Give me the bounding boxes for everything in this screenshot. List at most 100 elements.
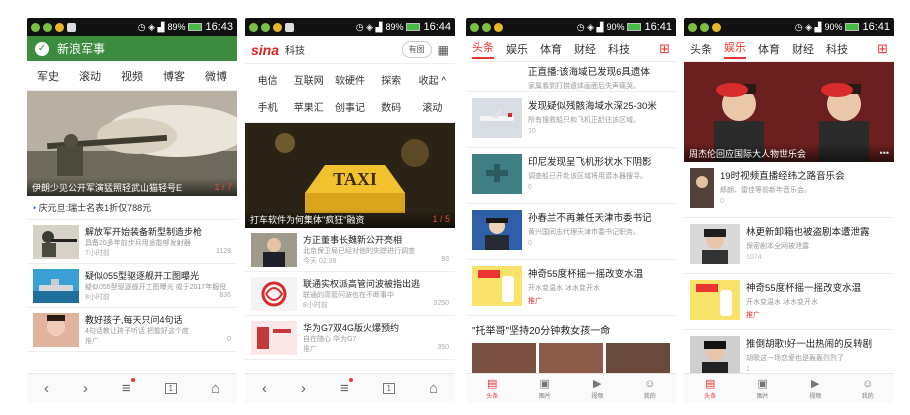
news-item[interactable]: 神奇55度杯摇一摇改变水温 开水变温水 冰水变开水 推广 xyxy=(684,274,894,330)
category-item[interactable]: 电信 xyxy=(247,72,288,87)
news-title: 神奇55度杯摇一摇改变水温 xyxy=(528,269,644,280)
news-item[interactable]: 解放军开始装备新型制造步枪 具备20多年前步兵用途能够发射器 7小时前 1128 xyxy=(27,220,237,264)
thumb-sea-shadow xyxy=(472,154,522,194)
category-item[interactable]: 手机 xyxy=(247,99,288,114)
category-item[interactable]: 创事记 xyxy=(329,99,370,114)
news-item[interactable]: 19时视频直播经纬之路音乐会 郎朗、雷佳等前新年音乐会。 0 xyxy=(684,162,894,218)
news-title: 孙春兰不再兼任天津市委书记 xyxy=(528,213,652,224)
status-bar: ◷ ◈ ▟ 90% 16:41 xyxy=(684,18,894,36)
menu-icon[interactable]: ≡ xyxy=(122,378,135,397)
section-title[interactable]: "托举哥"坚持20分钟救女孩一命 xyxy=(466,316,676,343)
nav-pictures[interactable]: ▣ 图片 xyxy=(757,377,769,400)
nav-video[interactable]: ▶ 视频 xyxy=(591,377,603,400)
back-icon[interactable]: ‹ xyxy=(262,380,267,397)
back-icon[interactable]: ‹ xyxy=(44,380,49,397)
category-item[interactable]: 探索 xyxy=(371,72,412,87)
home-icon[interactable]: ⌂ xyxy=(429,380,438,397)
news-summary: 具备20多年前步兵用途能够发射器 xyxy=(85,240,191,247)
hero-caption: 打车软件为何集体"疯狂"融资 xyxy=(250,214,365,225)
comment-count: 93 xyxy=(441,256,449,263)
comment-count: 1128 xyxy=(215,248,231,255)
news-summary: 郎朗、雷佳等前新年音乐会。 xyxy=(720,187,811,194)
news-item[interactable]: 疑似055型驱逐舰开工图曝光 疑似055型驱逐舰开工图曝光 或于2017年服役 … xyxy=(27,264,237,308)
battery-icon xyxy=(406,23,421,31)
thumb-destroyer xyxy=(33,269,79,303)
nav-me[interactable]: ☺ 我的 xyxy=(644,378,656,400)
tab-entertainment[interactable]: 娱乐 xyxy=(506,41,528,57)
news-title: 华为G7双4G版火爆预约 xyxy=(303,323,400,333)
category-item[interactable]: 滚动 xyxy=(412,99,453,114)
comment-count: 0 xyxy=(528,240,532,247)
news-item[interactable]: 联通实权派高管问波被指出逃 联通的高管问波也在不断事中 8小时前 3250 xyxy=(245,272,455,316)
news-summary: 自在随心 华为G7 xyxy=(303,336,357,343)
tab-entertainment[interactable]: 娱乐 xyxy=(724,39,746,59)
hero-slide[interactable]: 伊朗少见公开军演猛照轻武山猫轻号E 1 / 7 xyxy=(27,91,237,196)
picture-icon: ▣ xyxy=(757,378,768,390)
clock: 16:41 xyxy=(644,21,672,33)
hero-caption: 伊朗少见公开军演猛照轻武山猫轻号E xyxy=(32,182,183,193)
hero-slide[interactable]: 周杰伦回应国际大人物世乐会 ••• xyxy=(684,62,894,162)
news-item[interactable]: 华为G7双4G版火爆预约 自在随心 华为G7 推广 350 xyxy=(245,316,455,360)
news-item[interactable]: 神奇55度杯摇一摇改变水温 开水变温水 冰水变开水 推广 xyxy=(466,260,676,316)
news-item[interactable]: 孙春兰不再兼任天津市委书记 黄兴国同志代理天津市委书记职务。 0 xyxy=(466,204,676,260)
tab-tech[interactable]: 科技 xyxy=(826,41,848,57)
picture-icon: ▣ xyxy=(539,378,550,390)
thumb-huawei-ad xyxy=(251,321,297,355)
thumb-unicom-logo xyxy=(251,277,297,311)
nav-headlines[interactable]: ▤ 头条 xyxy=(486,377,498,400)
news-time: 8小时前 xyxy=(303,302,328,309)
grid-icon[interactable]: ▦ xyxy=(438,43,449,57)
tab-tech[interactable]: 科技 xyxy=(608,41,630,57)
category-item[interactable]: 软硬件 xyxy=(329,72,370,87)
news-title: 解放军开始装备新型制造步枪 xyxy=(85,227,203,237)
forward-icon[interactable]: › xyxy=(301,380,306,397)
hero-slide[interactable]: TAXI 打车软件为何集体"疯狂"融资 1 / 5 xyxy=(245,123,455,228)
news-item[interactable]: 发现疑似残骸海域水深25-30米 所有搜救船只和飞机正赶往该区域。 10 xyxy=(466,92,676,148)
collapse-button[interactable]: 收起 ^ xyxy=(412,72,453,87)
user-icon: ☺ xyxy=(644,377,656,390)
news-item[interactable]: 印尼发现呈飞机形状水下阴影 调查船已开赴该区域将用潜水器搜寻。 6 xyxy=(466,148,676,204)
sina-logo[interactable]: sina xyxy=(251,42,279,58)
tab-finance[interactable]: 财经 xyxy=(792,41,814,57)
battery-icon xyxy=(845,23,860,31)
nav-pictures[interactable]: ▣ 图片 xyxy=(539,377,551,400)
channel-header[interactable]: ✓ 新浪军事 xyxy=(27,36,237,61)
nav-me[interactable]: ☺ 我的 xyxy=(862,378,874,400)
nav-video[interactable]: ▶ 视频 xyxy=(809,377,821,400)
tabs-count-icon[interactable]: 1 xyxy=(164,383,177,394)
phone-sina-military: ◷ ◈ ▟ 89% 16:43 ✓ 新浪军事 军史 滚动 视频 博客 微博 伊朗… xyxy=(27,18,237,403)
tab-headlines[interactable]: 头条 xyxy=(690,41,712,57)
tab-headlines[interactable]: 头条 xyxy=(472,39,494,59)
forward-icon[interactable]: › xyxy=(83,380,88,397)
tab-weibo[interactable]: 微博 xyxy=(205,68,227,84)
channel-tabs: 头条 娱乐 体育 财经 科技 ⊞ xyxy=(466,36,676,62)
category-item[interactable]: 苹果汇 xyxy=(288,99,329,114)
ad-badge: 推广 xyxy=(528,298,542,305)
phone-news-app-entertainment: ◷ ◈ ▟ 90% 16:41 头条 娱乐 体育 财经 科技 ⊞ 周杰伦回应国际… xyxy=(684,18,894,403)
ad-ticker[interactable]: 庆元旦:瑞士名表1折仅788元 xyxy=(27,196,237,220)
tab-sports[interactable]: 体育 xyxy=(540,41,562,57)
add-channel-icon[interactable]: ⊞ xyxy=(877,41,888,57)
more-icon[interactable]: ••• xyxy=(880,148,889,158)
category-item[interactable]: 互联网 xyxy=(288,72,329,87)
news-icon: ▤ xyxy=(487,378,498,390)
news-item[interactable]: 正直播:该海域已发现6具遗体 家属看到打捞遗体画面后失声痛哭。 xyxy=(466,62,676,92)
comment-count: 3250 xyxy=(433,300,449,307)
add-channel-icon[interactable]: ⊞ xyxy=(659,41,670,57)
home-icon[interactable]: ⌂ xyxy=(211,380,220,397)
tabs-count-icon[interactable]: 1 xyxy=(382,383,395,394)
category-item[interactable]: 数码 xyxy=(371,99,412,114)
news-item[interactable]: 方正董事长魏新公开亮相 北京保卫局已经对他的失踪进行调查 今天 02:39 93 xyxy=(245,228,455,272)
tab-blog[interactable]: 博客 xyxy=(163,68,185,84)
tab-finance[interactable]: 财经 xyxy=(574,41,596,57)
nav-headlines[interactable]: ▤ 头条 xyxy=(704,377,716,400)
image-toggle[interactable]: 有图 xyxy=(401,41,432,58)
news-item[interactable]: 林更新卸箱也被盗剧本遭泄露 保密剧本全网被泄露 1074 xyxy=(684,218,894,274)
thumb-actor xyxy=(690,224,740,264)
tab-sports[interactable]: 体育 xyxy=(758,41,780,57)
menu-icon[interactable]: ≡ xyxy=(340,378,353,397)
tab-video[interactable]: 视频 xyxy=(121,68,143,84)
news-item[interactable]: 教好孩子,每天只问4句话 4句话教让孩子听话,把握好这个度 推广 0 xyxy=(27,308,237,352)
tab-military-history[interactable]: 军史 xyxy=(37,68,59,84)
tab-rolling[interactable]: 滚动 xyxy=(79,68,101,84)
